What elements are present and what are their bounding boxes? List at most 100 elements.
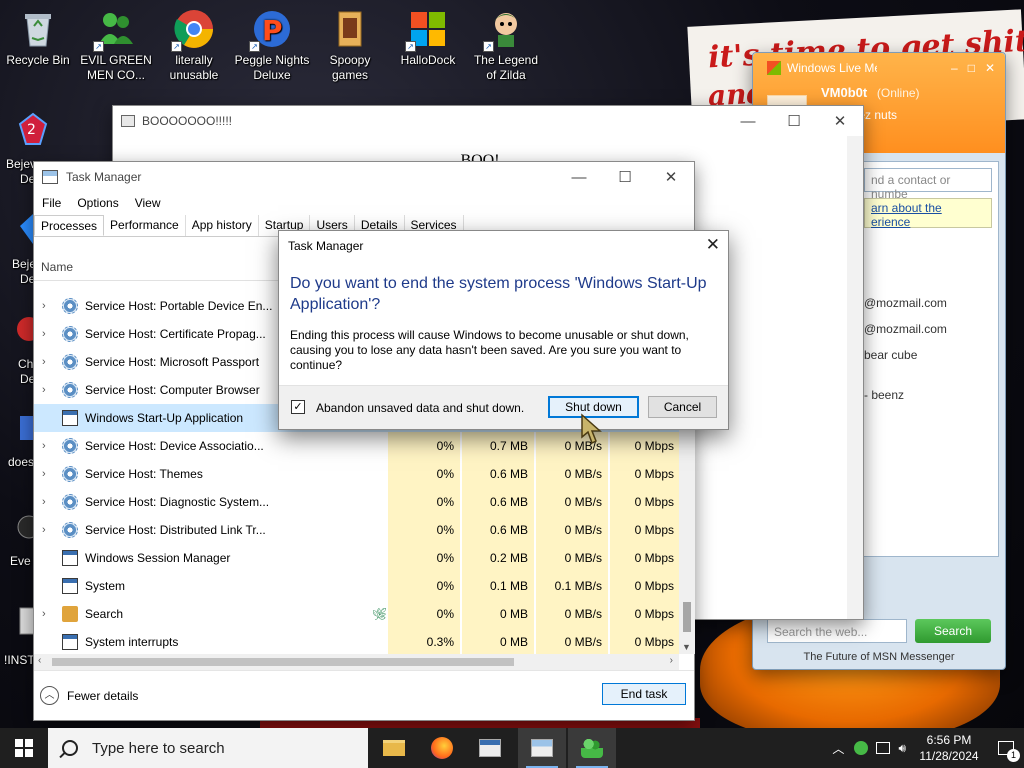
menu-options[interactable]: Options [77, 196, 118, 210]
notification-button[interactable]: 1 [988, 728, 1024, 768]
tab-processes[interactable]: Processes [34, 215, 105, 236]
start-button[interactable] [0, 728, 48, 768]
name-column-header[interactable]: Name [41, 260, 73, 274]
minimize-button[interactable]: — [556, 162, 602, 192]
close-button[interactable]: ✕ [817, 106, 863, 136]
scroll-right-icon[interactable]: › [670, 655, 673, 666]
msn-username[interactable]: VM0b0t [821, 85, 867, 100]
checkbox-label[interactable]: Abandon unsaved data and shut down. [316, 401, 524, 415]
scroll-down-icon[interactable]: ▼ [682, 642, 691, 652]
bejeweled-icon[interactable]: 2 [18, 112, 48, 146]
close-button[interactable]: ✕ [648, 162, 694, 192]
clock[interactable]: 6:56 PM 11/28/2024 [910, 732, 988, 764]
abandon-data-checkbox[interactable]: ✓ [291, 400, 305, 414]
process-name: Service Host: Distributed Link Tr... [85, 523, 266, 537]
taskbar-task-manager[interactable] [518, 728, 566, 768]
msn-minimize-button[interactable]: – [951, 61, 958, 75]
maximize-button[interactable]: ☐ [602, 162, 648, 192]
chevron-right-icon[interactable]: › [42, 356, 52, 368]
desktop-icon-label: !INST [4, 653, 35, 667]
memory-cell: 0.1 MB [462, 572, 534, 600]
chevron-right-icon[interactable]: › [42, 384, 52, 396]
search-icon [62, 606, 78, 622]
msn-banner[interactable]: arn about the erience [864, 198, 992, 229]
process-row[interactable]: › Search 🌿︎ 0% 0 MB 0 MB/s 0 Mbps [34, 600, 679, 628]
cpu-cell: 0% [388, 432, 460, 460]
msn-search-button[interactable]: Search [915, 619, 991, 643]
process-row[interactable]: System 0% 0.1 MB 0.1 MB/s 0 Mbps [34, 572, 679, 600]
end-process-dialog[interactable]: Task Manager ✕ Do you want to end the sy… [278, 230, 729, 430]
close-icon[interactable]: ✕ [706, 235, 720, 255]
process-row[interactable]: Windows Session Manager 0% 0.2 MB 0 MB/s 0 M… [34, 544, 679, 572]
cursor-icon [578, 413, 604, 445]
chrome-icon: ↗ [171, 8, 215, 52]
process-name: Windows Session Manager [85, 551, 231, 565]
desktop-icon-legend-of-zilda[interactable]: ↗ The Legend of Zilda [468, 4, 544, 83]
zilda-icon: ↗ [483, 8, 527, 52]
tab-app-history[interactable]: App history [186, 215, 259, 236]
network-cell: 0 Mbps [610, 572, 679, 600]
taskbar-messenger[interactable] [568, 728, 616, 768]
maximize-button[interactable]: ☐ [771, 106, 817, 136]
process-name: Service Host: Device Associatio... [85, 439, 264, 453]
chevron-right-icon[interactable]: › [42, 496, 52, 508]
process-row[interactable]: System interrupts 0.3% 0 MB 0 MB/s 0 Mbps [34, 628, 679, 654]
network-icon[interactable] [876, 742, 891, 754]
cancel-button[interactable]: Cancel [648, 396, 717, 418]
end-task-button[interactable]: End task [602, 683, 686, 705]
desktop-icon-label: The Legend of Zilda [473, 53, 539, 82]
menu-view[interactable]: View [135, 196, 161, 210]
msn-banner-line[interactable]: arn about the [871, 201, 985, 215]
memory-cell: 0 MB [462, 600, 534, 628]
taskbar-app-window[interactable] [466, 728, 514, 768]
taskbar-file-explorer[interactable] [370, 728, 418, 768]
scroll-left-icon[interactable]: ‹ [38, 655, 41, 666]
chevron-up-icon[interactable]: ︿ [832, 740, 844, 757]
volume-icon[interactable]: 🔊︎ [898, 741, 906, 756]
chevron-right-icon[interactable]: › [42, 524, 52, 536]
desktop-icon-peggle[interactable]: P ↗ Peggle Nights Deluxe [234, 4, 310, 83]
task-manager-icon [42, 170, 58, 184]
desktop-icon-evil-green-men[interactable]: ↗ EVIL GREEN MEN CO... [78, 4, 154, 83]
chevron-right-icon[interactable]: › [42, 468, 52, 480]
scrollbar-thumb[interactable] [52, 658, 514, 666]
vertical-scrollbar[interactable] [847, 136, 863, 619]
process-row[interactable]: › Service Host: Distributed Link Tr... 0% 0… [34, 516, 679, 544]
taskbar-search-box[interactable]: Type here to search [48, 728, 368, 768]
minimize-button[interactable]: — [725, 106, 771, 136]
chevron-right-icon[interactable]: › [42, 328, 52, 340]
msn-maximize-button[interactable]: □ [968, 61, 975, 75]
horizontal-scrollbar[interactable]: ‹ › [34, 654, 679, 670]
chevron-right-icon[interactable]: › [42, 300, 52, 312]
chevron-right-icon[interactable]: › [42, 608, 52, 620]
process-row[interactable]: › Service Host: Diagnostic System... 0% 0.6… [34, 488, 679, 516]
chevron-right-icon[interactable]: › [42, 440, 52, 452]
taskbar-firefox[interactable] [418, 728, 466, 768]
taskbar: Type here to search ︿ 🔊︎ 6:56 PM 11/28/2… [0, 728, 1024, 768]
disk-cell: 0 MB/s [536, 544, 608, 572]
fewer-details-button[interactable]: ︿ Fewer details [40, 686, 138, 705]
svg-text:P: P [262, 14, 283, 47]
desktop-icon-recycle-bin[interactable]: Recycle Bin [0, 4, 76, 68]
chevron-up-icon: ︿ [40, 686, 59, 705]
msn-find-contact-input[interactable]: nd a contact or numbe [864, 168, 992, 201]
msn-status[interactable]: (Online) [877, 86, 920, 100]
msn-close-button[interactable]: ✕ [985, 61, 995, 75]
desktop-icon-literally-unusable[interactable]: ↗ literally unusable [156, 4, 232, 83]
dialog-title: Task Manager [288, 239, 364, 253]
boo-titlebar[interactable]: BOOOOOOO!!!!! — ☐ ✕ [113, 106, 863, 136]
desktop-icon-spoopy-games[interactable]: Spoopy games [312, 4, 388, 83]
process-row[interactable]: › Service Host: Themes 0% 0.6 MB 0 MB/s 0 Mbp… [34, 460, 679, 488]
scrollbar-thumb[interactable] [683, 602, 691, 632]
tab-performance[interactable]: Performance [104, 215, 186, 236]
task-manager-titlebar[interactable]: Task Manager — ☐ ✕ [34, 162, 694, 192]
gear-icon [62, 382, 78, 398]
menu-file[interactable]: File [42, 196, 61, 210]
process-name: System interrupts [85, 635, 179, 649]
folder-icon [329, 8, 371, 50]
desktop-icon-label: Bejev [6, 157, 37, 171]
msn-banner-line[interactable]: erience [871, 215, 985, 229]
desktop-icon-hallodock[interactable]: ↗ HalloDock [390, 4, 466, 68]
msn-tray-icon[interactable] [854, 741, 869, 755]
msn-search-web-input[interactable]: Search the web... [767, 619, 907, 643]
